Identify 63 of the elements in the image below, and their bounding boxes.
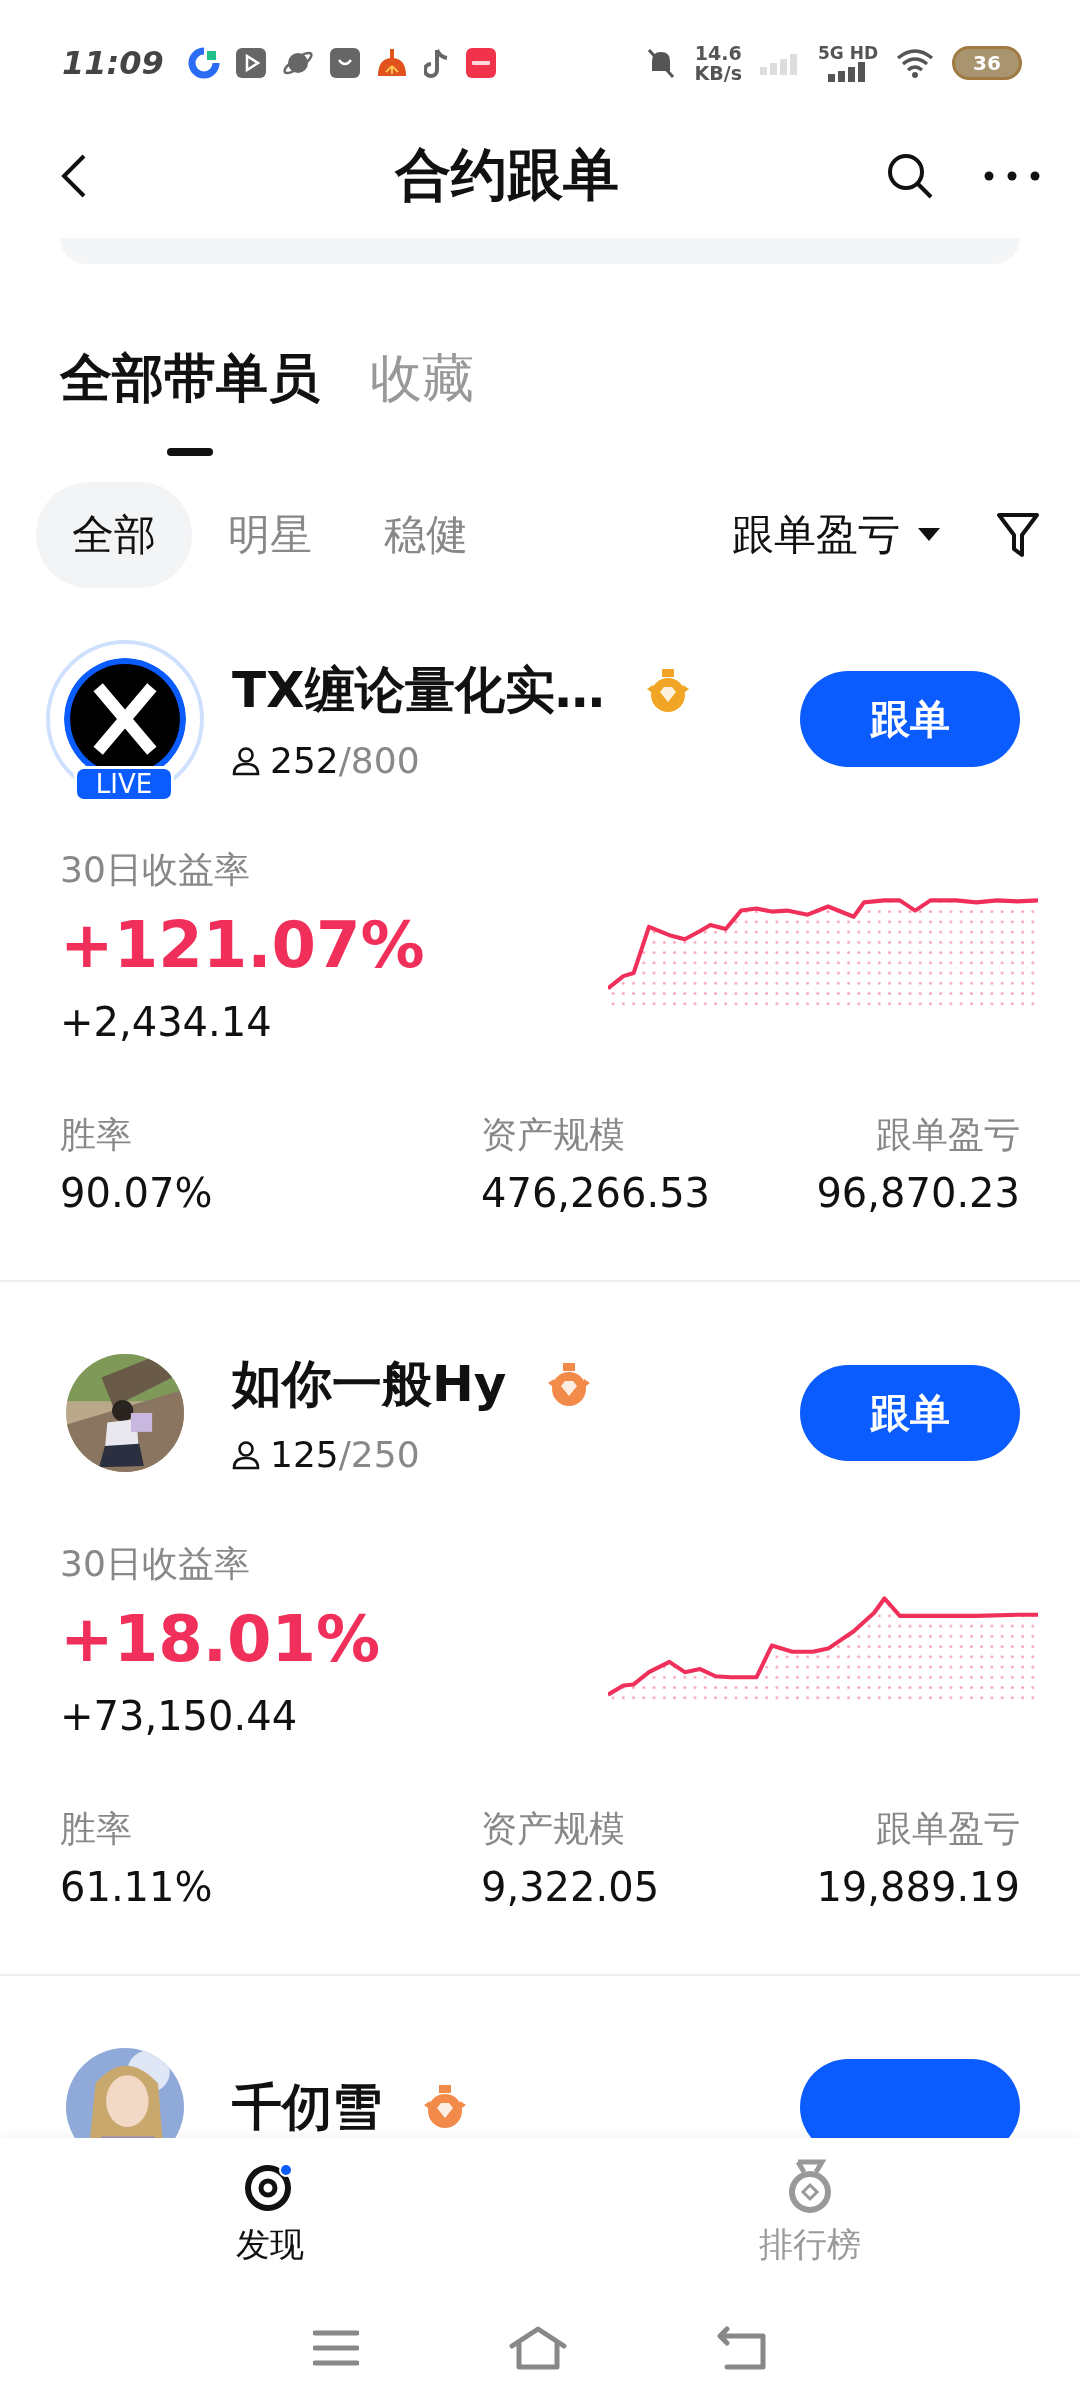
network-type: 5G HD — [817, 44, 878, 62]
play-icon — [235, 48, 266, 78]
stat-label: 跟单盈亏 — [876, 1113, 1020, 1157]
stat-label: 胜率 — [60, 1807, 133, 1851]
return-rate: +121.07% — [60, 907, 426, 984]
bag-icon — [329, 48, 360, 78]
music-note-icon — [423, 48, 450, 78]
filter-chip[interactable]: 明星 — [192, 482, 348, 588]
wifi-icon — [896, 48, 934, 78]
follower-capacity: /250 — [338, 1434, 420, 1475]
network-speed: 14.6 — [694, 43, 742, 63]
follow-button[interactable]: 跟单 — [800, 1365, 1020, 1461]
speed-unit: KB/s — [694, 63, 742, 83]
stat-label: 跟单盈亏 — [876, 1807, 1020, 1851]
person-icon — [232, 1439, 260, 1470]
tab[interactable]: 全部带单员 — [60, 344, 320, 456]
return-rate: +18.01% — [60, 1601, 382, 1678]
signal-icon — [827, 62, 868, 82]
back-icon[interactable] — [60, 152, 88, 200]
filter-icon[interactable] — [996, 511, 1040, 559]
nav-tab[interactable]: 排行榜 — [540, 2138, 1080, 2288]
stat-value: 476,266.53 — [481, 1170, 711, 1216]
menu-icon[interactable] — [313, 2328, 359, 2368]
bell-muted-icon — [646, 47, 677, 79]
stat-value: 19,889.19 — [816, 1864, 1020, 1910]
stat-label: 胜率 — [60, 1113, 133, 1157]
back-nav-icon[interactable] — [717, 2326, 767, 2370]
app-icon — [465, 48, 496, 78]
caret-icon — [918, 528, 940, 542]
medal-icon — [786, 2158, 834, 2214]
return-label: 30日收益率 — [60, 848, 251, 892]
more-icon[interactable] — [984, 171, 1040, 181]
signal-icon — [759, 51, 800, 75]
tab[interactable]: 收藏 — [370, 344, 474, 414]
nav-tab[interactable]: 发现 — [0, 2138, 540, 2288]
follower-capacity: /800 — [338, 740, 420, 781]
stat-label: 资产规模 — [481, 1113, 626, 1157]
trader-name: 千仞雪 — [232, 2076, 382, 2138]
stat-value: 9,322.05 — [481, 1864, 660, 1910]
clock: 11:09 — [62, 44, 164, 82]
follower-count: 252 — [270, 740, 339, 781]
person-icon — [232, 745, 260, 776]
app-icon — [187, 47, 220, 79]
live-badge: LIVE — [74, 766, 174, 802]
follow-button[interactable]: 跟单 — [800, 671, 1020, 767]
trader-name: TX缠论量化实… — [232, 660, 605, 721]
stat-value: 90.07% — [60, 1170, 214, 1216]
stat-value: 96,870.23 — [816, 1170, 1020, 1216]
return-label: 30日收益率 — [60, 1542, 251, 1586]
app-icon — [375, 48, 408, 78]
filter-chip[interactable]: 全部 — [36, 482, 192, 588]
search-icon[interactable] — [886, 152, 934, 200]
return-amount: +2,434.14 — [60, 999, 273, 1045]
battery-level: 36 — [952, 46, 1022, 80]
follower-count: 125 — [270, 1434, 339, 1475]
trader-name: 如你一般Hy — [232, 1354, 507, 1415]
stat-value: 61.11% — [60, 1864, 214, 1910]
home-icon[interactable] — [509, 2326, 567, 2370]
stat-label: 资产规模 — [481, 1807, 626, 1851]
filter-chip[interactable]: 稳健 — [348, 482, 504, 588]
sort-dropdown[interactable]: 跟单盈亏 — [726, 506, 946, 564]
page-title: 合约跟单 — [393, 141, 620, 209]
return-amount: +73,150.44 — [60, 1693, 299, 1739]
